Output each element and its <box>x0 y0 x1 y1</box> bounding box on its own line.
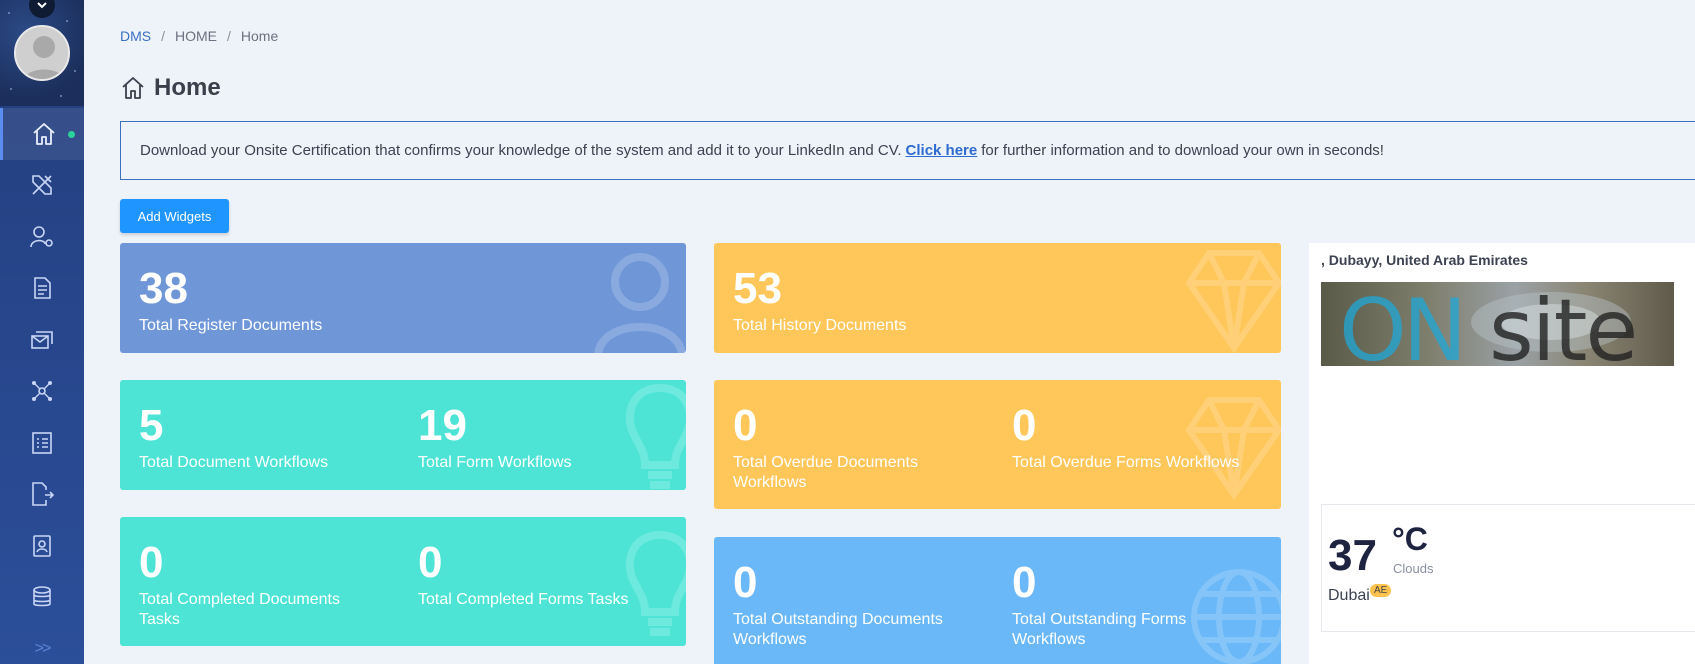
card-value: 38 <box>139 264 188 313</box>
user-icon <box>594 253 686 353</box>
database-icon <box>33 586 51 607</box>
card-overdue-workflows[interactable]: 0 Total Overdue Documents Workflows 0 To… <box>714 380 1281 509</box>
diamond-icon <box>1185 397 1281 500</box>
card-value: 0 <box>733 558 758 607</box>
network-icon <box>32 381 52 402</box>
user-silhouette-icon <box>16 27 68 79</box>
temperature-unit: °C <box>1392 521 1428 557</box>
sidebar-item-home[interactable] <box>0 108 84 160</box>
weather-widget: , Dubayy, United Arab Emirates ON site 3… <box>1309 243 1695 664</box>
document-icon <box>34 277 51 300</box>
mail-stack-icon <box>31 330 53 349</box>
file-export-icon <box>32 482 55 507</box>
card-value: 0 <box>139 538 164 587</box>
add-widgets-button[interactable]: Add Widgets <box>120 199 229 233</box>
card-value: 0 <box>418 538 443 587</box>
weather-card: 37 °C Clouds Dubai AE <box>1321 504 1695 632</box>
diamond-icon <box>1185 250 1281 353</box>
card-label: Total Form Workflows <box>418 454 572 471</box>
sidebar-item-mail[interactable] <box>0 314 84 366</box>
card-value: 5 <box>139 401 164 450</box>
sidebar-item-contacts[interactable] <box>0 520 84 572</box>
breadcrumb-root[interactable]: DMS <box>120 28 151 44</box>
sidebar-nav <box>0 108 84 623</box>
svg-text:ON: ON <box>1339 282 1463 366</box>
card-label: Total Overdue Forms Workflows <box>1012 454 1240 471</box>
card-label: Total Outstanding Documents Workflows <box>733 611 943 648</box>
sidebar-item-forms[interactable] <box>0 417 84 469</box>
design-tools-icon <box>32 175 52 196</box>
card-label: Total Completed Forms Tasks <box>418 591 629 608</box>
card-value: 53 <box>733 264 782 313</box>
page-title-text: Home <box>154 74 221 101</box>
sidebar-header <box>0 0 84 106</box>
active-indicator <box>68 131 75 138</box>
country-badge: AE <box>1370 584 1392 597</box>
card-label: Total Register Documents <box>139 317 323 334</box>
sidebar: >> <box>0 0 84 664</box>
card-total-history-documents[interactable]: 53 Total History Documents <box>714 243 1281 353</box>
breadcrumb-current: Home <box>240 28 279 44</box>
contacts-icon <box>33 534 51 557</box>
card-total-register-documents[interactable]: 38 Total Register Documents <box>120 243 686 353</box>
sidebar-item-design[interactable] <box>0 160 84 212</box>
lightbulb-icon <box>625 383 686 489</box>
card-completed-tasks[interactable]: 0 Total Completed Documents Tasks 0 Tota… <box>120 517 686 646</box>
user-settings-icon <box>30 225 53 247</box>
card-label: Total History Documents <box>733 317 907 334</box>
sidebar-item-users[interactable] <box>0 211 84 263</box>
card-value: 0 <box>1012 558 1037 607</box>
card-workflows[interactable]: 5 Total Document Workflows 19 Total Form… <box>120 380 686 490</box>
weather-city: Dubai <box>1328 587 1370 604</box>
card-outstanding-workflows[interactable]: 0 Total Outstanding Documents Workflows … <box>714 537 1281 664</box>
expand-sidebar-button[interactable]: >> <box>0 640 84 658</box>
lightbulb-icon <box>625 530 686 636</box>
card-value: 19 <box>418 401 467 450</box>
breadcrumb: DMS / HOME / Home <box>120 28 279 44</box>
card-label: Total Document Workflows <box>139 454 329 471</box>
onsite-logo-image: ON site <box>1321 282 1674 366</box>
svg-text:site: site <box>1489 282 1636 366</box>
weather-location: , Dubayy, United Arab Emirates <box>1321 252 1528 268</box>
sidebar-item-database[interactable] <box>0 572 84 624</box>
sidebar-item-workflows[interactable] <box>0 366 84 418</box>
sidebar-item-export[interactable] <box>0 469 84 521</box>
card-value: 0 <box>1012 401 1037 450</box>
card-label: Total Overdue Documents Workflows <box>733 454 918 491</box>
checklist-icon <box>32 431 52 454</box>
card-label: Total Completed Documents Tasks <box>139 591 340 628</box>
banner-text-after: for further information and to download … <box>981 142 1384 159</box>
home-icon <box>122 77 144 99</box>
collapse-button[interactable] <box>29 0 55 18</box>
card-label: Total Outstanding Forms Workflows <box>1012 611 1187 648</box>
weather-condition: Clouds <box>1393 561 1434 576</box>
banner-link[interactable]: Click here <box>906 142 978 159</box>
sidebar-item-documents[interactable] <box>0 263 84 315</box>
card-value: 0 <box>733 401 758 450</box>
certification-banner: Download your Onsite Certification that … <box>120 121 1695 180</box>
breadcrumb-section[interactable]: HOME <box>175 28 217 44</box>
home-icon <box>32 122 55 145</box>
banner-text-before: Download your Onsite Certification that … <box>140 142 902 159</box>
chevron-down-icon <box>37 2 47 9</box>
page-title: Home <box>120 74 221 102</box>
avatar[interactable] <box>14 25 70 81</box>
temperature: 37 <box>1328 531 1377 580</box>
